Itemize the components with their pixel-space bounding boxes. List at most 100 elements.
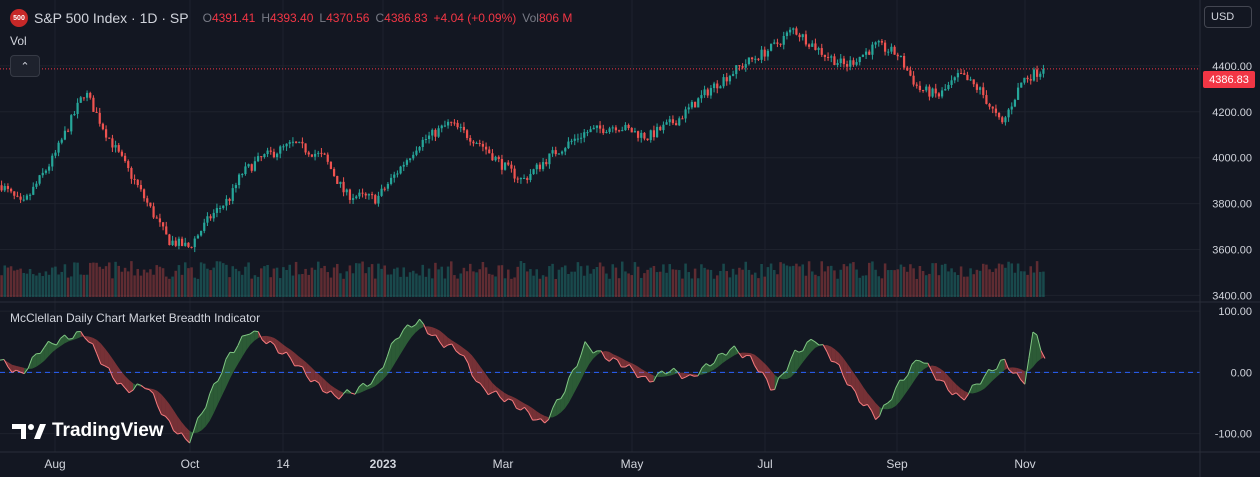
candle-body: [282, 146, 285, 148]
indicator-label[interactable]: McClellan Daily Chart Market Breadth Ind…: [10, 311, 260, 325]
tradingview-logo[interactable]: TradingView: [12, 420, 164, 442]
volume-bar: [244, 266, 247, 297]
volume-bar: [839, 269, 843, 297]
volume-bar: [120, 271, 124, 297]
candle-body: [944, 89, 947, 91]
candle-body: [291, 141, 295, 143]
volume-bar: [896, 269, 900, 297]
time-axis[interactable]: Aug Oct 14 2023 Mar May Jul Sep Nov: [44, 457, 1035, 471]
candle-body: [589, 129, 592, 133]
candle-body: [431, 129, 434, 136]
osc-cloud-segment: [100, 343, 105, 366]
candle-body: [883, 42, 887, 52]
volume-bar: [981, 263, 985, 297]
volume-bar: [703, 267, 706, 297]
volume-bar: [212, 267, 216, 297]
candle-body: [839, 58, 842, 64]
candle-body: [459, 126, 462, 128]
candle-body: [526, 178, 529, 180]
candle-body: [500, 159, 504, 170]
candle-body: [959, 73, 963, 75]
candle-body: [925, 86, 928, 91]
osc-cloud-segment: [847, 363, 852, 386]
volume-bar: [228, 277, 231, 297]
time-tick-label: Jul: [757, 457, 772, 471]
volume-bar: [380, 268, 383, 297]
osc-cloud-segment: [540, 413, 545, 423]
volume-bar: [630, 275, 634, 297]
volume-bar: [1010, 263, 1014, 297]
volume-bar: [3, 265, 7, 297]
volume-bar: [709, 269, 713, 297]
osc-line-segment: [140, 385, 146, 390]
volume-bar: [392, 268, 396, 297]
volume-bar: [791, 265, 795, 297]
volume-bar: [725, 271, 729, 297]
symbol-title[interactable]: S&P 500 Index · 1D · SP: [34, 10, 189, 26]
candle-body: [158, 218, 162, 223]
volume-bar: [209, 270, 212, 297]
candle-body: [1029, 79, 1032, 81]
volume-bar: [180, 274, 184, 297]
volume-bar: [671, 269, 675, 297]
candle-body: [893, 46, 896, 55]
candle-body: [928, 86, 931, 97]
price-tick-label: 4200.00: [1212, 107, 1252, 119]
candle-body: [231, 188, 234, 201]
candle-body: [621, 130, 624, 132]
candle-body: [1032, 69, 1036, 81]
oscillator-axis[interactable]: 100.00 0.00 -100.00: [1215, 306, 1252, 440]
candle-body: [921, 90, 925, 92]
candle-body: [750, 57, 754, 60]
candle-body: [554, 150, 557, 155]
candle-body: [573, 138, 576, 141]
candle-body: [972, 79, 975, 85]
volume-bar: [443, 278, 447, 297]
osc-cloud-segment: [621, 357, 626, 367]
volume-bar: [342, 278, 345, 297]
candle-body: [624, 124, 627, 131]
volume-bar: [969, 268, 972, 297]
volume-bar: [487, 273, 491, 297]
collapse-button[interactable]: ⌃: [10, 55, 40, 77]
candle-body: [332, 168, 336, 177]
candle-body: [456, 122, 459, 128]
candle-body: [982, 87, 985, 96]
volume-bar: [370, 264, 374, 297]
candle-body: [655, 126, 659, 138]
candle-body: [804, 34, 808, 45]
volume-bar: [386, 274, 390, 297]
volume-bar: [985, 264, 988, 297]
volume-bar: [728, 277, 732, 297]
candle-body: [446, 121, 450, 126]
volume-bar: [576, 262, 580, 297]
candle-body: [915, 84, 918, 86]
candle-body: [3, 186, 6, 191]
currency-button[interactable]: USD: [1204, 6, 1252, 28]
volume-bar: [130, 261, 133, 297]
volume-bar: [459, 273, 463, 297]
candle-body: [735, 65, 738, 75]
volume-bar: [924, 275, 928, 297]
volume-bar: [25, 273, 29, 297]
volume-bar: [383, 265, 387, 297]
volume-bar: [649, 267, 653, 297]
osc-tick-label: -100.00: [1215, 429, 1252, 441]
candle-body: [668, 119, 671, 123]
chart-canvas[interactable]: 3400.003600.003800.004000.004200.004400.…: [0, 0, 1260, 477]
candle-body: [355, 196, 358, 199]
volume-bar: [928, 273, 931, 297]
candle-body: [728, 75, 732, 82]
candle-body: [348, 189, 352, 200]
volume-bar: [912, 268, 915, 297]
candle-body: [507, 162, 510, 165]
candle-body: [779, 43, 782, 45]
volume-bar: [231, 266, 235, 297]
volume-bar: [310, 267, 314, 297]
osc-line-segment: [649, 380, 654, 383]
symbol-logo[interactable]: 500: [10, 9, 28, 27]
price-axis[interactable]: 3400.003600.003800.004000.004200.004400.…: [1212, 61, 1252, 303]
candle-body: [310, 154, 314, 157]
volume-pane-label[interactable]: Vol: [10, 34, 27, 48]
mcclellan-oscillator: [0, 318, 1200, 444]
